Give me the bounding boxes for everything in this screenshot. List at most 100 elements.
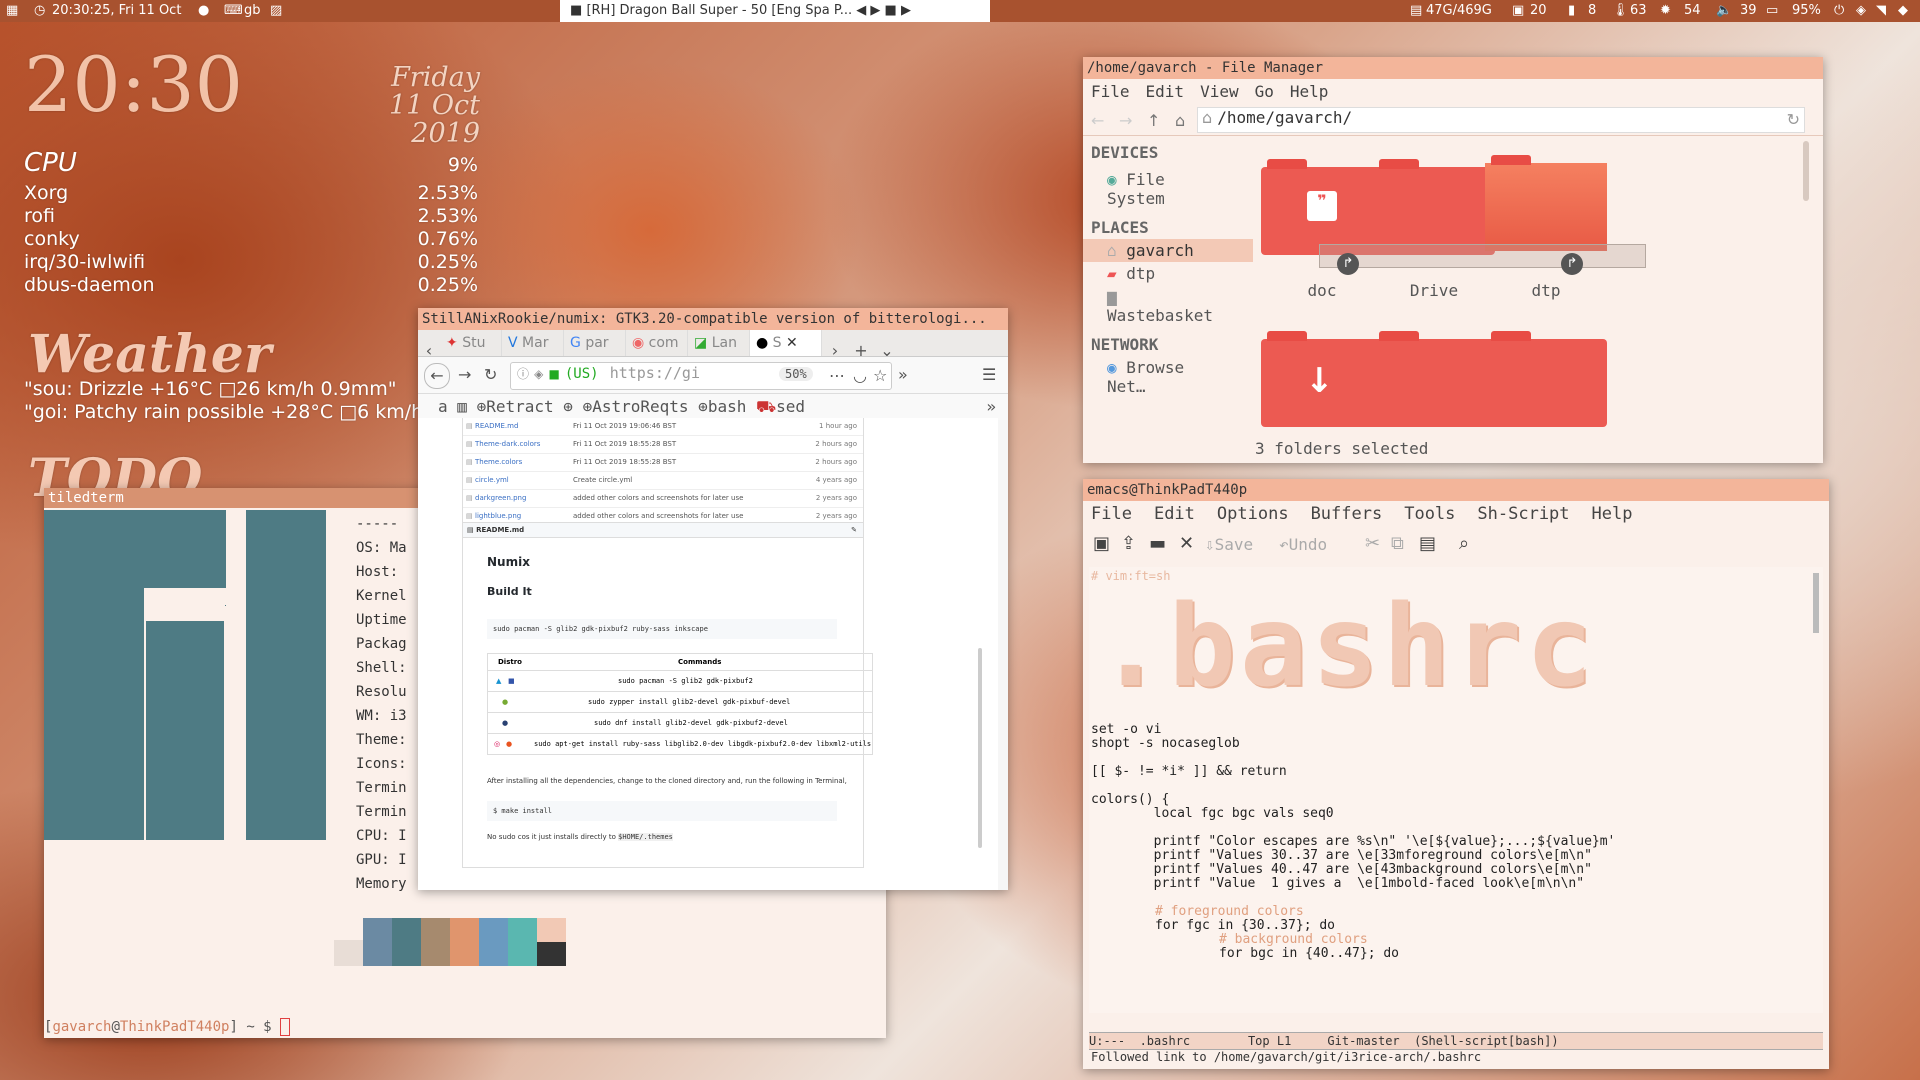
home-icon[interactable]: ⌂ [1175, 111, 1185, 130]
back-icon[interactable]: ← [424, 363, 450, 389]
commit-message[interactable]: Fri 11 Oct 2019 18:55:28 BST [573, 436, 676, 453]
file-row[interactable]: ▤ darkgreen.png added other colors and scr… [463, 490, 863, 508]
menu-edit[interactable]: Edit [1154, 501, 1195, 527]
file-name[interactable]: Theme.colors [475, 454, 522, 471]
refresh-icon[interactable]: ↻ [1787, 110, 1800, 129]
file-name[interactable]: README.md [475, 418, 518, 435]
sidebar-item-browse-network[interactable]: ◉ Browse Net… [1083, 356, 1253, 398]
new-file-icon[interactable]: ▣ [1093, 533, 1110, 554]
reload-icon[interactable]: ↻ [484, 365, 497, 384]
commit-message[interactable]: added other colors and screenshots for l… [573, 490, 743, 507]
file-row[interactable]: ▤ Theme-dark.colors Fri 11 Oct 2019 18:55:… [463, 436, 863, 454]
menu-buffers[interactable]: Buffers [1311, 501, 1383, 527]
close-buffer-icon[interactable]: ✕ [1179, 533, 1194, 554]
file-name[interactable]: circle.yml [475, 472, 509, 489]
folder-item[interactable] [1373, 331, 1495, 427]
search-icon[interactable]: ⌕ [1459, 533, 1469, 554]
folder-doc[interactable]: ❞ [1261, 159, 1383, 255]
tab-mar[interactable]: V Mar [502, 330, 564, 356]
menu-options[interactable]: Options [1217, 501, 1289, 527]
cut-icon[interactable]: ✂ [1365, 533, 1380, 554]
bookmark-astroreqts[interactable]: AstroReqts [592, 397, 688, 416]
pocket-icon[interactable]: ◡ [853, 366, 867, 385]
menu-edit[interactable]: Edit [1146, 79, 1185, 105]
workspace-icon[interactable]: ▦ [6, 0, 18, 22]
menu-shscript[interactable]: Sh-Script [1477, 501, 1569, 527]
tab-com[interactable]: ◉ com [626, 330, 688, 356]
sidebar-item-wastebasket[interactable]: ▆ Wastebasket [1083, 285, 1253, 327]
open-file-icon[interactable]: ⇪ [1121, 533, 1136, 554]
keyboard-layout[interactable]: gb [244, 0, 261, 22]
tracking-shield-icon[interactable]: ◈ [534, 367, 543, 381]
page-scrollbar[interactable] [978, 648, 982, 848]
tab-close-icon[interactable]: ✕ [786, 335, 798, 351]
commit-message[interactable]: Create circle.yml [573, 472, 632, 489]
globe-icon[interactable]: ⊕ [563, 397, 573, 416]
zoom-badge[interactable]: 50% [779, 367, 813, 381]
terminal-prompt[interactable]: [gavarch@ThinkPadT440p] ~ $ [44, 1018, 291, 1036]
folder-drive[interactable] [1373, 159, 1495, 255]
menu-file[interactable]: File [1091, 79, 1130, 105]
menu-help[interactable]: Help [1592, 501, 1633, 527]
volume-icon[interactable]: 🔈 [1716, 0, 1732, 22]
copy-icon[interactable]: ⧉ [1391, 533, 1404, 554]
hamburger-menu-icon[interactable]: ☰ [982, 365, 996, 384]
amazon-icon[interactable]: a [438, 397, 448, 416]
emacs-scrollbar[interactable] [1813, 573, 1819, 633]
overflow-icon[interactable]: » [898, 365, 908, 384]
file-row[interactable]: ▤ Theme.colors Fri 11 Oct 2019 18:55:28 BS… [463, 454, 863, 472]
emacs-buffer[interactable]: # vim:ft=sh .bashrc set -o vi shopt -s no… [1089, 567, 1823, 1013]
bookmark-bash[interactable]: bash [708, 397, 747, 416]
bookmark-sed[interactable]: sed [776, 397, 805, 416]
tab-active[interactable]: ● S ✕ [750, 330, 822, 356]
bookmarks-overflow-icon[interactable]: » [986, 394, 996, 420]
pencil-icon[interactable]: ✎ [851, 523, 857, 537]
file-row[interactable]: ▤ circle.yml Create circle.yml 4 years ago [463, 472, 863, 490]
next-icon[interactable]: ▶ [901, 3, 911, 18]
volume-level[interactable]: 39 [1740, 0, 1757, 22]
commit-message[interactable]: Fri 11 Oct 2019 18:55:28 BST [573, 454, 676, 471]
notification-icon[interactable]: ◆ [1898, 0, 1908, 22]
forward-icon[interactable]: → [458, 365, 471, 384]
prev-icon[interactable]: ◀ [856, 3, 866, 18]
menu-go[interactable]: Go [1255, 79, 1274, 105]
menu-tools[interactable]: Tools [1404, 501, 1455, 527]
menu-file[interactable]: File [1091, 501, 1132, 527]
sidebar-item-filesystem[interactable]: ◉ File System [1083, 168, 1253, 210]
tab-stu[interactable]: ✦ Stu [440, 330, 502, 356]
info-icon[interactable]: ⓘ [517, 367, 529, 381]
back-arrow-icon[interactable]: ← [1091, 111, 1104, 130]
up-arrow-icon[interactable]: ↑ [1147, 111, 1160, 130]
bookmark-icon[interactable]: ▥ [457, 397, 467, 416]
sidebar-item-dtp[interactable]: ▰ dtp [1083, 262, 1253, 285]
save-button[interactable]: ⇩Save [1205, 535, 1253, 554]
stop-icon[interactable]: ■ [885, 3, 897, 18]
file-row[interactable]: ▤ README.md Fri 11 Oct 2019 19:06:46 BST 1 … [463, 418, 863, 436]
commit-message[interactable]: Fri 11 Oct 2019 19:06:46 BST [573, 418, 676, 435]
path-bar[interactable]: ⌂ /home/gavarch/ ↻ [1197, 107, 1805, 133]
icon-view-scrollbar[interactable] [1803, 141, 1809, 201]
browser-window[interactable]: StillANixRookie/numix: GTK3.20-compatibl… [418, 308, 1008, 890]
emacs-window[interactable]: emacs@ThinkPadT440p File Edit Options Buffe… [1083, 479, 1829, 1069]
play-icon[interactable]: ▶ [870, 3, 880, 18]
star-icon[interactable]: ☆ [873, 366, 887, 385]
more-icon[interactable]: ⋯ [829, 366, 845, 385]
file-name[interactable]: darkgreen.png [475, 490, 526, 507]
folder-downloads[interactable]: ↓ [1261, 331, 1383, 427]
url-bar[interactable]: ⓘ ◈ ■ (US) https://gi 50% ⋯ ◡ ☆ [510, 362, 892, 390]
file-name[interactable]: Theme-dark.colors [475, 436, 540, 453]
tab-par[interactable]: G par [564, 330, 626, 356]
wifi-icon[interactable]: ◥ [1876, 0, 1886, 22]
file-manager-window[interactable]: /home/gavarch - File Manager File Edit Vie… [1083, 57, 1823, 463]
tab-lan[interactable]: ◪ Lan [688, 330, 750, 356]
bookmark-retract[interactable]: Retract [486, 397, 553, 416]
sidebar-item-gavarch[interactable]: ⌂ gavarch [1083, 239, 1253, 262]
open-directory-icon[interactable]: ▬ [1149, 533, 1166, 554]
folder-item[interactable] [1485, 331, 1607, 427]
menu-help[interactable]: Help [1290, 79, 1329, 105]
folder-dtp[interactable] [1485, 155, 1607, 251]
forward-arrow-icon[interactable]: → [1119, 111, 1132, 130]
menu-view[interactable]: View [1200, 79, 1239, 105]
power-icon[interactable]: ⏻ [1834, 0, 1844, 22]
undo-button[interactable]: ↶Undo [1279, 535, 1327, 554]
